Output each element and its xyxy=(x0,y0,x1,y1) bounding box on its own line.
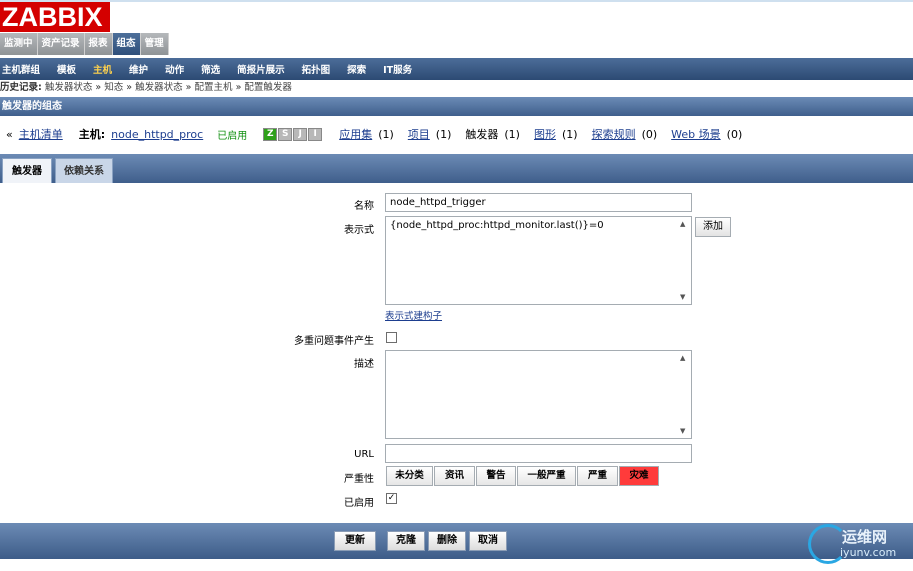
severity-label: 严重性 xyxy=(344,474,374,485)
scroll-up-icon[interactable]: ▲ xyxy=(680,220,685,228)
main-menu-reports[interactable]: 报表 xyxy=(84,33,113,55)
snmp-availability-icon: S xyxy=(278,127,293,141)
add-expression-button[interactable]: 添加 xyxy=(695,217,731,237)
history-item[interactable]: 配置主机 xyxy=(195,82,233,93)
sub-menu-filters[interactable]: 筛选 xyxy=(201,62,220,76)
host-info-bar: « 主机清单 主机: node_httpd_proc 已启用 Z S J I 应… xyxy=(0,122,913,146)
main-menu: 监测中 资产记录 报表 组态 管理 xyxy=(0,33,169,55)
sub-menu-hosts[interactable]: 主机 xyxy=(93,62,112,76)
graphs-count: (1) xyxy=(561,127,578,141)
severity-not-classified[interactable]: 未分类 xyxy=(386,466,433,486)
web-scenarios-link[interactable]: Web 场景 xyxy=(671,126,720,142)
sub-menu-maintenance[interactable]: 维护 xyxy=(129,62,148,76)
description-textarea[interactable]: ▲ ▼ xyxy=(385,350,692,439)
main-menu-inventory[interactable]: 资产记录 xyxy=(37,33,85,55)
expression-textarea[interactable]: {node_httpd_proc:httpd_monitor.last()}=0… xyxy=(385,216,692,305)
clone-button[interactable]: 克隆 xyxy=(387,531,425,551)
description-label: 描述 xyxy=(354,359,374,370)
history-breadcrumb: 历史记录: 触发器状态 » 知态 » 触发器状态 » 配置主机 » 配置触发器 xyxy=(0,81,292,95)
main-menu-configuration[interactable]: 组态 xyxy=(112,33,141,55)
expression-label: 表示式 xyxy=(344,225,374,236)
enabled-label: 已启用 xyxy=(344,498,374,509)
severity-selector: 未分类 资讯 警告 一般严重 严重 灾难 xyxy=(386,466,659,486)
history-item[interactable]: 触发器状态 xyxy=(45,82,93,93)
history-label: 历史记录: xyxy=(0,82,42,93)
tab-trigger[interactable]: 触发器 xyxy=(2,158,52,183)
multiple-events-label: 多重问题事件产生 xyxy=(294,336,374,347)
form-footer: 更新 克隆 删除 取消 xyxy=(0,523,913,559)
discovery-rules-count: (0) xyxy=(641,127,658,141)
multiple-events-checkbox[interactable] xyxy=(386,332,397,343)
sub-menu-discovery[interactable]: 探索 xyxy=(347,62,366,76)
delete-button[interactable]: 删除 xyxy=(428,531,466,551)
applications-link[interactable]: 应用集 xyxy=(339,126,372,142)
graphs-link[interactable]: 图形 xyxy=(534,126,556,142)
sub-menu: 主机群组 模板 主机 维护 动作 筛选 简报片展示 拓扑图 探索 IT服务 xyxy=(0,58,913,80)
enabled-checkbox[interactable]: ✓ xyxy=(386,493,397,504)
url-label: URL xyxy=(354,449,374,460)
watermark-cn: 运维网 xyxy=(842,528,888,546)
watermark-en: iyunv.com xyxy=(840,546,897,559)
history-separator: » xyxy=(126,82,133,93)
scroll-down-icon[interactable]: ▼ xyxy=(680,427,685,435)
main-menu-monitoring[interactable]: 监测中 xyxy=(0,33,38,55)
history-separator: » xyxy=(95,82,102,93)
description-scrollbar[interactable]: ▲ ▼ xyxy=(677,351,691,438)
watermark: 运维网 iyunv.com xyxy=(808,524,912,566)
page-title: 触发器的组态 xyxy=(0,97,913,116)
cancel-button[interactable]: 取消 xyxy=(469,531,507,551)
host-list-link[interactable]: 主机清单 xyxy=(19,126,63,142)
history-item[interactable]: 触发器状态 xyxy=(135,82,183,93)
availability-icons: Z S J I xyxy=(263,127,323,141)
zabbix-logo[interactable]: ZABBIX xyxy=(0,2,110,32)
zabbix-availability-icon: Z xyxy=(263,127,278,141)
host-status[interactable]: 已启用 xyxy=(217,127,247,142)
sub-menu-it-services[interactable]: IT服务 xyxy=(383,62,412,76)
expression-builder-link[interactable]: 表示式建构子 xyxy=(385,308,442,322)
sub-menu-slides[interactable]: 简报片展示 xyxy=(237,62,285,76)
severity-information[interactable]: 资讯 xyxy=(434,466,475,486)
sub-menu-templates[interactable]: 模板 xyxy=(57,62,76,76)
jmx-availability-icon: J xyxy=(293,127,308,141)
back-arrow: « xyxy=(6,127,13,141)
name-input[interactable] xyxy=(385,193,692,212)
severity-warning[interactable]: 警告 xyxy=(476,466,516,486)
history-separator: » xyxy=(185,82,192,93)
history-item[interactable]: 配置触发器 xyxy=(244,82,292,93)
history-separator: » xyxy=(235,82,242,93)
severity-average[interactable]: 一般严重 xyxy=(517,466,576,486)
severity-high[interactable]: 严重 xyxy=(577,466,618,486)
sub-menu-maps[interactable]: 拓扑图 xyxy=(302,62,331,76)
tab-dependencies[interactable]: 依赖关系 xyxy=(55,158,113,183)
host-name-link[interactable]: node_httpd_proc xyxy=(111,128,203,141)
top-border xyxy=(0,0,913,2)
tabs-bar: 触发器 依赖关系 xyxy=(0,154,913,183)
severity-disaster[interactable]: 灾难 xyxy=(619,466,659,486)
triggers-count: (1) xyxy=(504,127,520,141)
url-input[interactable] xyxy=(385,444,692,463)
items-link[interactable]: 项目 xyxy=(408,126,430,142)
sub-menu-host-groups[interactable]: 主机群组 xyxy=(2,62,40,76)
update-button[interactable]: 更新 xyxy=(334,531,376,551)
main-menu-administration[interactable]: 管理 xyxy=(140,33,169,55)
applications-count: (1) xyxy=(378,127,394,141)
expression-scrollbar[interactable]: ▲ ▼ xyxy=(677,217,691,304)
items-count: (1) xyxy=(435,127,452,141)
scroll-down-icon[interactable]: ▼ xyxy=(680,293,685,301)
scroll-up-icon[interactable]: ▲ xyxy=(680,354,685,362)
expression-text: {node_httpd_proc:httpd_monitor.last()}=0 xyxy=(390,220,604,231)
sub-menu-actions[interactable]: 动作 xyxy=(165,62,184,76)
ipmi-availability-icon: I xyxy=(308,127,323,141)
discovery-rules-link[interactable]: 探索规则 xyxy=(592,126,636,142)
name-label: 名称 xyxy=(354,201,374,212)
history-item[interactable]: 知态 xyxy=(104,82,123,93)
web-scenarios-count: (0) xyxy=(726,127,743,141)
triggers-label: 触发器 xyxy=(465,128,499,141)
host-label: 主机: xyxy=(78,128,106,141)
